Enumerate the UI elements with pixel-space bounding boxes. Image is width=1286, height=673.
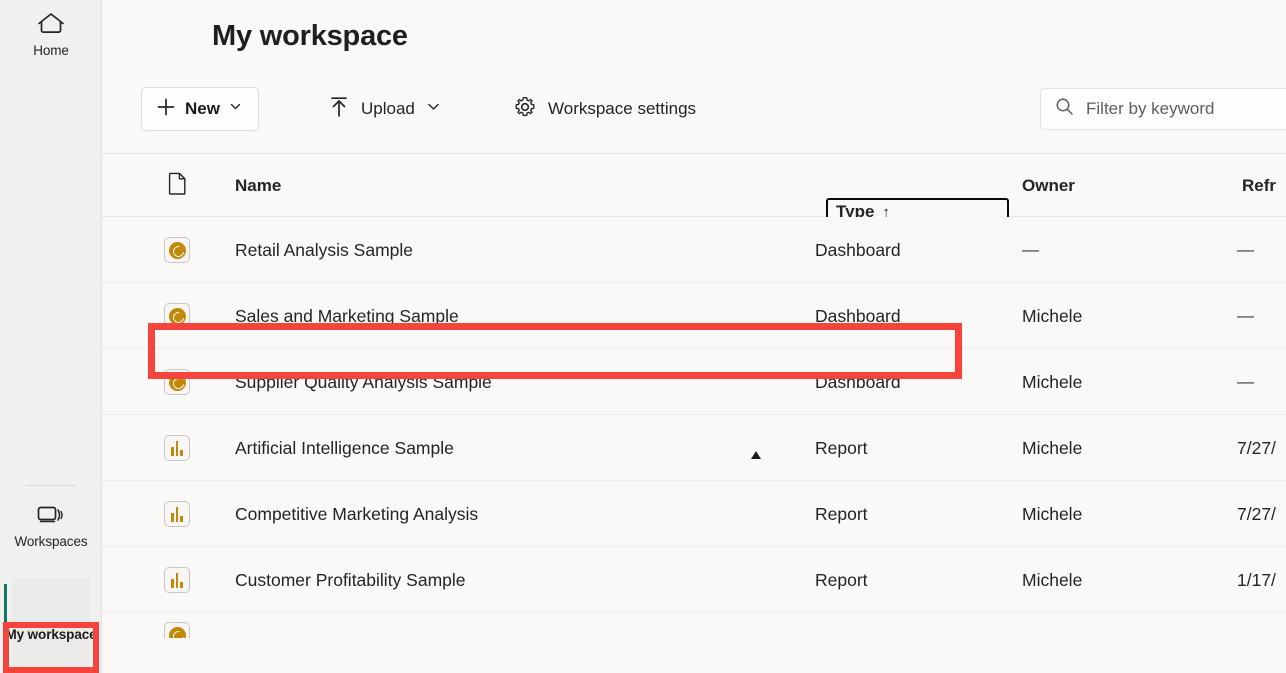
- row-type: Dashboard: [815, 283, 901, 349]
- report-icon: [164, 501, 190, 527]
- row-type-icon: [164, 415, 190, 481]
- row-type: Report: [815, 547, 868, 613]
- column-header-refreshed[interactable]: Refr: [1242, 154, 1286, 217]
- row-type: Dashboard: [815, 349, 901, 415]
- row-refreshed: 1/17/: [1237, 547, 1286, 613]
- rail-item-workspaces[interactable]: Workspaces: [0, 503, 102, 550]
- content-list-table: Name Type ↑ Owner Refr Retail Analy: [102, 154, 1286, 638]
- search-icon: [1055, 97, 1074, 121]
- report-icon: [164, 567, 190, 593]
- gear-icon: [513, 95, 537, 124]
- column-header-owner-label: Owner: [1022, 176, 1075, 196]
- dashboard-icon: [164, 237, 190, 263]
- chevron-down-icon: [229, 100, 242, 118]
- chevron-down-icon: [426, 99, 441, 119]
- column-header-name-label: Name: [235, 176, 281, 196]
- table-row[interactable]: Supplier Quality Analysis Sample Dashboa…: [102, 349, 1286, 415]
- search-input[interactable]: [1086, 99, 1276, 119]
- rail-item-label: Workspaces: [14, 534, 87, 550]
- column-header-icon[interactable]: [168, 154, 187, 217]
- row-refreshed: —: [1237, 283, 1286, 349]
- row-type-icon: [164, 547, 190, 613]
- row-type-icon: [164, 349, 190, 415]
- row-name[interactable]: Sales and Marketing Sample: [235, 283, 459, 349]
- home-icon: [36, 10, 66, 41]
- row-type: Report: [815, 481, 868, 547]
- upload-icon: [328, 95, 350, 124]
- left-navigation-rail: Home Workspaces My workspace: [0, 0, 102, 673]
- row-owner: Michele: [1022, 349, 1082, 415]
- row-owner: —: [1022, 217, 1039, 283]
- row-owner: Michele: [1022, 283, 1082, 349]
- workspace-settings-label: Workspace settings: [548, 99, 696, 119]
- row-refreshed: —: [1237, 217, 1286, 283]
- column-header-name[interactable]: Name: [235, 154, 281, 217]
- report-icon: [164, 435, 190, 461]
- row-name[interactable]: Customer Profitability Sample: [235, 547, 466, 613]
- dashboard-icon: [164, 303, 190, 329]
- command-bar: New Upload: [102, 83, 1286, 147]
- table-row-partial[interactable]: [102, 613, 1286, 638]
- row-type: Dashboard: [815, 217, 901, 283]
- rail-divider: [26, 485, 76, 486]
- document-icon: [168, 172, 187, 200]
- row-name[interactable]: Competitive Marketing Analysis: [235, 481, 478, 547]
- row-refreshed: 7/27/: [1237, 481, 1286, 547]
- new-button-label: New: [185, 99, 220, 119]
- table-row[interactable]: Sales and Marketing Sample Dashboard Mic…: [102, 283, 1286, 349]
- rail-item-label: Home: [33, 43, 69, 59]
- upload-button-label: Upload: [361, 99, 415, 119]
- plus-icon: [156, 97, 176, 122]
- main-content-area: My workspace New: [102, 0, 1286, 673]
- row-owner: Michele: [1022, 481, 1082, 547]
- row-type-icon: [164, 283, 190, 349]
- rail-item-home[interactable]: Home: [0, 10, 102, 59]
- table-header-row: Name Type ↑ Owner Refr: [102, 154, 1286, 217]
- dashboard-icon: [164, 622, 190, 638]
- rail-item-label: My workspace: [5, 626, 96, 643]
- table-row[interactable]: Artificial Intelligence Sample Report Mi…: [102, 415, 1286, 481]
- power-bi-workspace-page: Home Workspaces My workspace My workspac…: [0, 0, 1286, 673]
- table-row[interactable]: Retail Analysis Sample Dashboard — —: [102, 217, 1286, 283]
- row-owner: Michele: [1022, 415, 1082, 481]
- table-row[interactable]: Customer Profitability Sample Report Mic…: [102, 547, 1286, 613]
- rail-item-my-workspace[interactable]: My workspace: [0, 626, 102, 643]
- row-owner: Michele: [1022, 547, 1082, 613]
- row-refreshed: 7/27/: [1237, 415, 1286, 481]
- text-cursor-artifact: [750, 447, 762, 457]
- column-header-refreshed-label: Refr: [1242, 176, 1276, 196]
- row-type-icon: [164, 481, 190, 547]
- upload-button[interactable]: Upload: [322, 87, 447, 131]
- row-name[interactable]: Artificial Intelligence Sample: [235, 415, 454, 481]
- filter-search-box[interactable]: [1040, 88, 1286, 130]
- row-name[interactable]: Supplier Quality Analysis Sample: [235, 349, 492, 415]
- workspaces-icon: [35, 503, 67, 532]
- row-type-icon: [164, 217, 190, 283]
- new-button[interactable]: New: [141, 87, 259, 131]
- row-type: Report: [815, 415, 868, 481]
- dashboard-icon: [164, 369, 190, 395]
- row-name[interactable]: Retail Analysis Sample: [235, 217, 413, 283]
- table-row[interactable]: Competitive Marketing Analysis Report Mi…: [102, 481, 1286, 547]
- column-header-owner[interactable]: Owner: [1022, 154, 1075, 217]
- row-type-icon: [164, 622, 190, 638]
- page-title: My workspace: [212, 20, 408, 53]
- workspace-settings-button[interactable]: Workspace settings: [507, 87, 702, 131]
- row-refreshed: —: [1237, 349, 1286, 415]
